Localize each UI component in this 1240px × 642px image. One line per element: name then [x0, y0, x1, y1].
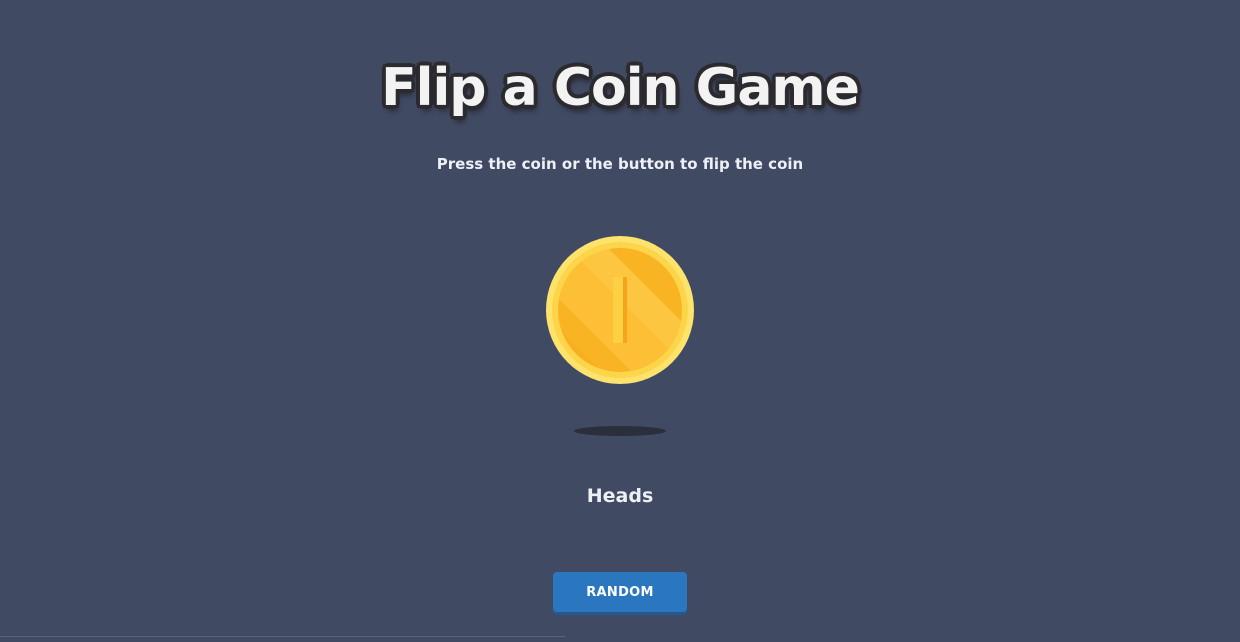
divider — [0, 636, 565, 637]
game-page: Flip a Coin Game Press the coin or the b… — [0, 0, 1240, 642]
coin-shadow — [574, 426, 666, 436]
instructions-text: Press the coin or the button to flip the… — [436, 155, 804, 173]
random-button[interactable]: RANDOM — [553, 572, 687, 612]
page-title: Flip a Coin Game — [381, 58, 860, 118]
result-text: Heads — [586, 485, 654, 507]
coin-button[interactable] — [546, 236, 694, 384]
coin-icon — [546, 236, 694, 384]
